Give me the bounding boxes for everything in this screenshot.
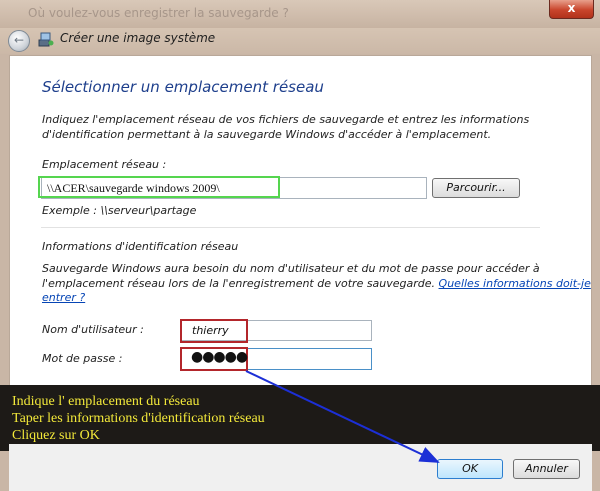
dialog-footer xyxy=(9,444,592,491)
backup-wizard-icon xyxy=(38,32,54,47)
back-arrow-icon: ← xyxy=(13,33,25,47)
cancel-button[interactable]: Annuler xyxy=(513,459,580,479)
section-separator xyxy=(41,227,540,228)
example-text: Exemple : \\serveur\partage xyxy=(42,204,197,217)
window-titlebar: Où voulez-vous enregistrer la sauvegarde… xyxy=(0,0,600,28)
credentials-heading: Informations d'identification réseau xyxy=(42,240,239,253)
annotation-overlay: Indique l' emplacement du réseau Taper l… xyxy=(0,385,600,451)
help-link[interactable]: Quelles informations doit-je xyxy=(439,277,591,290)
intro-text-line1: Indiquez l'emplacement réseau de vos fic… xyxy=(42,113,530,126)
green-highlight-box xyxy=(38,176,280,198)
credentials-text-line2-text: l'emplacement réseau lors de la l'enregi… xyxy=(42,277,436,290)
location-label: Emplacement réseau : xyxy=(42,158,167,171)
close-icon: x xyxy=(567,1,576,15)
password-label: Mot de passe : xyxy=(42,352,123,365)
page-title: Sélectionner un emplacement réseau xyxy=(42,78,324,96)
annotation-line3: Cliquez sur OK xyxy=(12,428,100,443)
intro-text-line2: d'identification permettant à la sauvega… xyxy=(42,128,492,141)
window-title: Où voulez-vous enregistrer la sauvegarde… xyxy=(28,6,289,20)
credentials-text-line2: l'emplacement réseau lors de la l'enregi… xyxy=(42,277,591,290)
ok-button[interactable]: OK xyxy=(437,459,503,479)
username-value: thierry xyxy=(192,324,229,337)
username-label: Nom d'utilisateur : xyxy=(42,323,144,336)
annotation-line2: Taper les informations d'identification … xyxy=(12,411,265,426)
help-link-continued[interactable]: entrer ? xyxy=(42,291,85,304)
close-button[interactable]: x xyxy=(549,0,594,19)
password-value: ●●●●● xyxy=(191,349,248,365)
wizard-title: Créer une image système xyxy=(60,31,216,45)
credentials-text-line1: Sauvegarde Windows aura besoin du nom d'… xyxy=(42,262,540,275)
browse-button[interactable]: Parcourir... xyxy=(432,178,520,198)
back-button[interactable]: ← xyxy=(8,30,30,52)
annotation-line1: Indique l' emplacement du réseau xyxy=(12,394,200,409)
